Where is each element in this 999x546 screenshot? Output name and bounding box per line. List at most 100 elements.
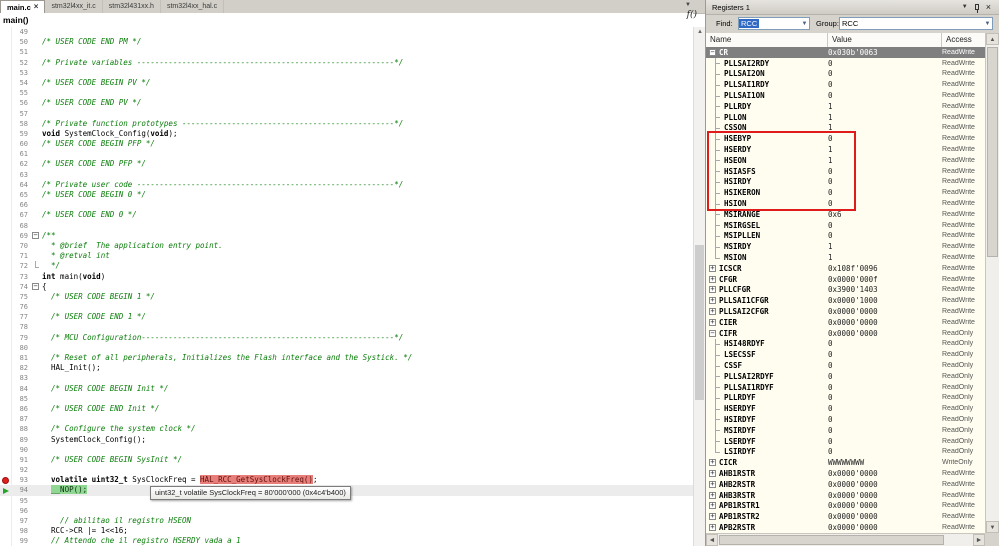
breakpoint-margin[interactable] [0, 292, 12, 302]
column-header-access[interactable]: Access [942, 33, 986, 47]
breakpoint-margin[interactable] [0, 180, 12, 190]
breakpoint-margin[interactable] [0, 435, 12, 445]
find-combobox[interactable]: RCC ▼ [738, 17, 810, 30]
breakpoint-margin[interactable] [0, 506, 12, 516]
breakpoint-margin[interactable] [0, 445, 12, 455]
breakpoint-margin[interactable] [0, 241, 12, 251]
register-row-PLLSAI1ON[interactable]: PLLSAI1ON0ReadWrite [706, 90, 985, 101]
register-value[interactable]: 0 [828, 350, 942, 359]
close-tab-icon[interactable]: × [34, 4, 39, 10]
code-text[interactable]: /* Private function prototypes ---------… [42, 119, 693, 129]
register-value[interactable]: 0x0000'0000 [828, 307, 942, 316]
register-value[interactable]: 1 [828, 102, 942, 111]
expand-icon[interactable]: + [709, 459, 716, 466]
breakpoint-margin[interactable] [0, 282, 12, 292]
panel-menu-icon[interactable]: ▼ [962, 4, 968, 10]
register-value[interactable]: 0x0000'0000 [828, 329, 942, 338]
register-row-CIER[interactable]: +CIER0x0000'0000ReadWrite [706, 317, 985, 328]
breakpoint-margin[interactable] [0, 272, 12, 282]
register-row-LSERDYF[interactable]: LSERDYF0ReadOnly [706, 436, 985, 447]
register-value[interactable]: 0 [828, 80, 942, 89]
expand-icon[interactable]: + [709, 265, 716, 272]
code-text[interactable]: /* USER CODE END PFP */ [42, 159, 693, 169]
breakpoint-margin[interactable] [0, 98, 12, 108]
code-text[interactable]: /** [42, 231, 693, 241]
code-text[interactable] [42, 414, 693, 424]
scroll-down-icon[interactable]: ▼ [986, 521, 999, 533]
expand-icon[interactable]: + [709, 276, 716, 283]
code-text[interactable] [42, 109, 693, 119]
breakpoint-margin[interactable] [0, 139, 12, 149]
code-text[interactable] [42, 322, 693, 332]
register-value[interactable]: 0x0000'0000 [828, 480, 942, 489]
code-text[interactable]: /* USER CODE END PM */ [42, 37, 693, 47]
code-text[interactable] [42, 445, 693, 455]
code-text[interactable]: RCC->CR |= 1<<16; [42, 526, 693, 536]
breakpoint-margin[interactable] [0, 353, 12, 363]
breakpoint-margin[interactable] [0, 496, 12, 506]
code-text[interactable]: /* USER CODE BEGIN SysInit */ [42, 455, 693, 465]
register-row-MSIPLLEN[interactable]: MSIPLLEN0ReadWrite [706, 231, 985, 242]
register-value[interactable]: 0x0000'000f [828, 275, 942, 284]
register-value[interactable]: 0 [828, 415, 942, 424]
code-text[interactable] [42, 47, 693, 57]
scroll-left-icon[interactable]: ◄ [706, 534, 718, 546]
group-combobox[interactable]: RCC ▼ [839, 17, 993, 30]
breakpoint-margin[interactable] [0, 210, 12, 220]
code-text[interactable]: /* USER CODE BEGIN PV */ [42, 78, 693, 88]
code-text[interactable]: * @retval int [42, 251, 693, 261]
register-row-MSIRDYF[interactable]: MSIRDYF0ReadOnly [706, 425, 985, 436]
code-text[interactable]: * @brief The application entry point. [42, 241, 693, 251]
code-text[interactable]: /* Reset of all peripherals, Initializes… [42, 353, 693, 363]
register-row-CICR[interactable]: +CICRWWWWWWWWWriteOnly [706, 457, 985, 468]
expand-icon[interactable]: + [709, 502, 716, 509]
code-text[interactable]: /* Private variables -------------------… [42, 58, 693, 68]
code-text[interactable]: /* Configure the system clock */ [42, 424, 693, 434]
fold-toggle-icon[interactable]: − [32, 232, 39, 239]
breakpoint-margin[interactable] [0, 414, 12, 424]
register-row-APB1RSTR1[interactable]: +APB1RSTR10x0000'0000ReadWrite [706, 500, 985, 511]
code-text[interactable] [42, 27, 693, 37]
register-row-PLLRDYF[interactable]: PLLRDYF0ReadOnly [706, 393, 985, 404]
register-row-PLLCFGR[interactable]: +PLLCFGR0x3900'1403ReadWrite [706, 285, 985, 296]
breakpoint-margin[interactable] [0, 78, 12, 88]
code-text[interactable] [42, 302, 693, 312]
register-row-HSIRDYF[interactable]: HSIRDYF0ReadOnly [706, 414, 985, 425]
register-row-MSIRDY[interactable]: MSIRDY1ReadWrite [706, 241, 985, 252]
breakpoint-margin[interactable] [0, 363, 12, 373]
code-text[interactable]: { [42, 282, 693, 292]
breakpoint-margin[interactable] [0, 404, 12, 414]
register-row-PLLSAI2RDYF[interactable]: PLLSAI2RDYF0ReadOnly [706, 371, 985, 382]
register-row-AHB1RSTR[interactable]: +AHB1RSTR0x0000'0000ReadWrite [706, 468, 985, 479]
breakpoint-margin[interactable] [0, 68, 12, 78]
expand-icon[interactable]: + [709, 470, 716, 477]
collapse-icon[interactable]: − [709, 49, 716, 56]
close-panel-icon[interactable]: × [986, 3, 991, 11]
register-value[interactable]: 0x0000'0000 [828, 469, 942, 478]
code-text[interactable]: /* USER CODE END PV */ [42, 98, 693, 108]
breakpoint-margin[interactable] [0, 200, 12, 210]
tab-stm32l4xx_it.c[interactable]: stm32l4xx_it.c [45, 0, 102, 13]
breakpoint-margin[interactable] [0, 27, 12, 37]
expand-icon[interactable]: + [709, 513, 716, 520]
code-text[interactable] [42, 170, 693, 180]
breakpoint-margin[interactable] [0, 485, 12, 495]
breakpoint-margin[interactable] [0, 343, 12, 353]
code-text[interactable]: __NOP(); [42, 485, 693, 495]
breakpoint-margin[interactable] [0, 302, 12, 312]
register-value[interactable]: 0 [828, 393, 942, 402]
breakpoint-margin[interactable] [0, 261, 12, 271]
find-value[interactable]: RCC [739, 19, 759, 28]
register-row-CR[interactable]: −CR0x030b'0063ReadWrite [706, 47, 985, 58]
code-text[interactable]: HAL_Init(); [42, 363, 693, 373]
register-row-APB2RSTR[interactable]: +APB2RSTR0x0000'0000ReadWrite [706, 522, 985, 533]
code-text[interactable]: /* USER CODE END Init */ [42, 404, 693, 414]
code-text[interactable] [42, 496, 693, 506]
breakpoint-margin[interactable] [0, 424, 12, 434]
register-value[interactable]: 0x0000'1000 [828, 296, 942, 305]
breakpoint-margin[interactable] [0, 231, 12, 241]
code-text[interactable]: /* USER CODE BEGIN Init */ [42, 384, 693, 394]
breakpoint-margin[interactable] [0, 119, 12, 129]
register-value[interactable]: 0x030b'0063 [828, 48, 942, 57]
combo-arrow-icon[interactable]: ▼ [800, 21, 809, 27]
